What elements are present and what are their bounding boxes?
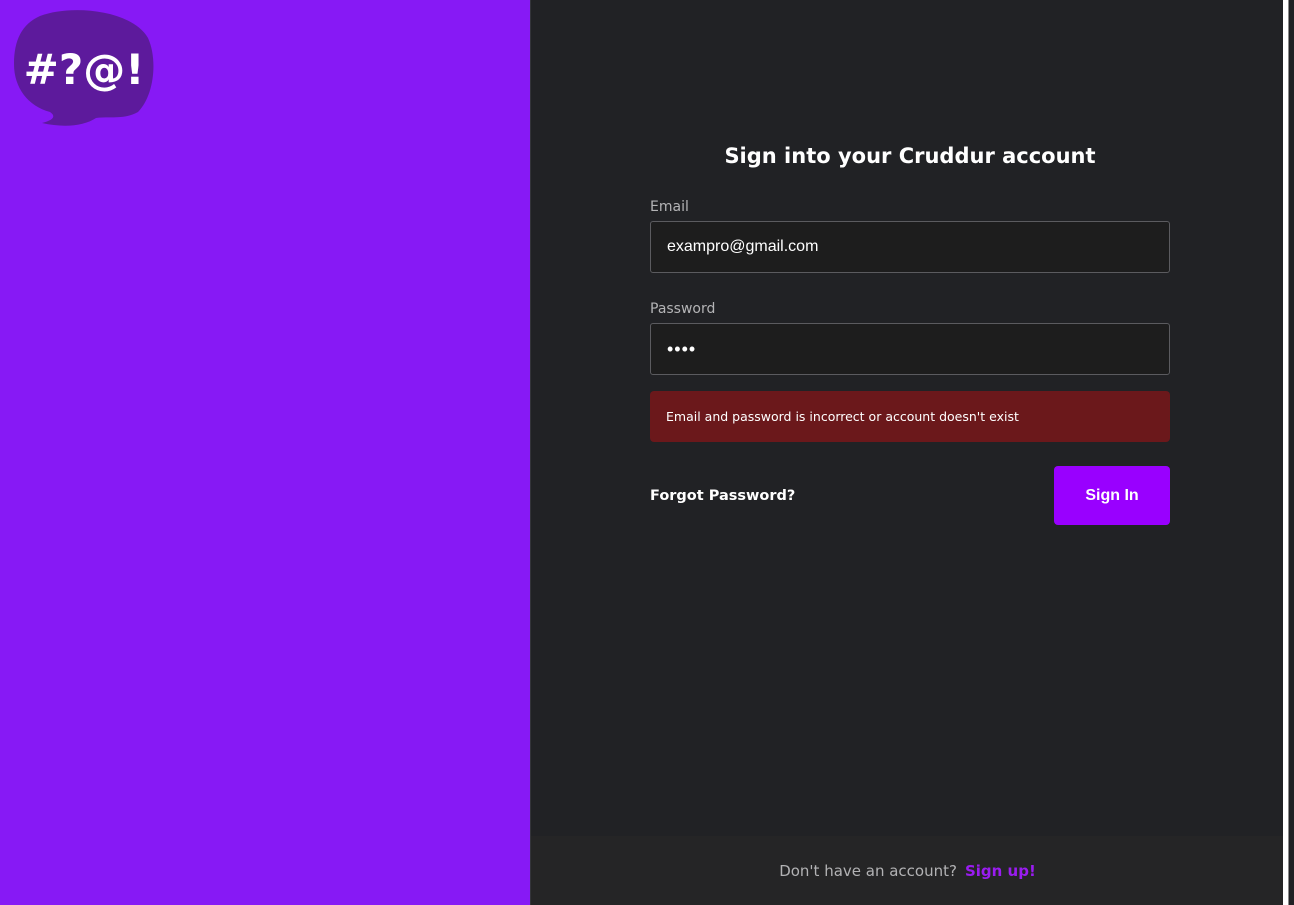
email-label: Email bbox=[650, 199, 689, 215]
brand-panel: #?@! bbox=[0, 0, 530, 905]
error-message: Email and password is incorrect or accou… bbox=[650, 391, 1170, 442]
password-label: Password bbox=[650, 301, 716, 317]
page-title: Sign into your Cruddur account bbox=[724, 144, 1096, 168]
window-edge bbox=[1283, 0, 1288, 905]
password-value: •••• bbox=[667, 338, 697, 359]
email-field[interactable]: exampro@gmail.com bbox=[650, 221, 1170, 273]
sign-in-button[interactable]: Sign In bbox=[1054, 466, 1170, 525]
logo[interactable]: #?@! bbox=[12, 8, 156, 128]
email-value: exampro@gmail.com bbox=[667, 238, 819, 255]
signup-prompt: Don't have an account? bbox=[779, 861, 957, 880]
logo-text: #?@! bbox=[24, 45, 145, 94]
form-actions: Forgot Password? Sign In bbox=[650, 466, 1170, 525]
forgot-password-link[interactable]: Forgot Password? bbox=[650, 488, 795, 504]
error-text: Email and password is incorrect or accou… bbox=[666, 409, 1019, 424]
password-field[interactable]: •••• bbox=[650, 323, 1170, 375]
speech-bubble-icon: #?@! bbox=[14, 10, 154, 126]
signin-form: Sign into your Cruddur account Email exa… bbox=[650, 140, 1170, 525]
signin-panel: Sign into your Cruddur account Email exa… bbox=[530, 0, 1289, 905]
signin-page: #?@! Sign into your Cruddur account Emai… bbox=[0, 0, 1294, 905]
signup-link[interactable]: Sign up! bbox=[965, 862, 1036, 880]
signup-footer: Don't have an account? Sign up! bbox=[531, 836, 1284, 905]
